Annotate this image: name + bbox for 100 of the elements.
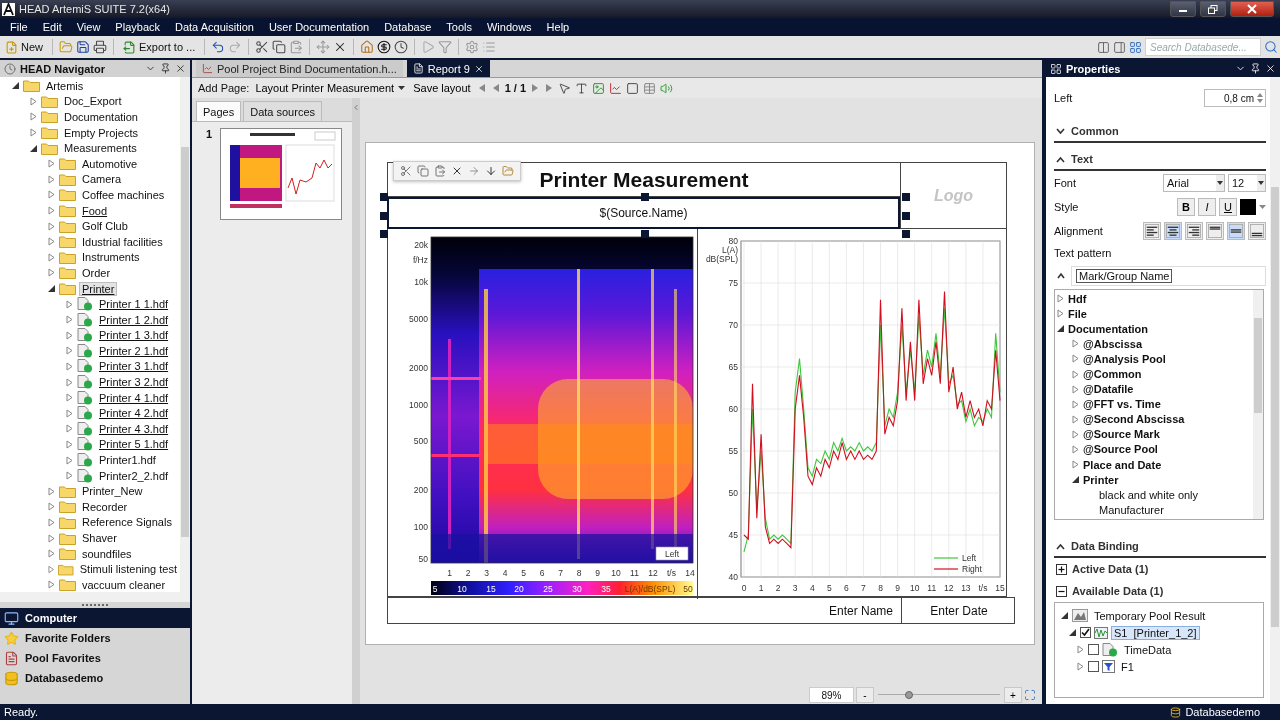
tree-item[interactable]: Automotive [79, 156, 141, 171]
pin-icon[interactable] [1250, 63, 1261, 74]
tree-item[interactable]: Doc_Export [61, 94, 125, 109]
footer-field[interactable]: Enter Name [828, 603, 893, 618]
layout-dropdown[interactable]: Layout Printer Measurement [253, 82, 408, 94]
scrollbar[interactable] [0, 592, 190, 602]
expander-icon[interactable] [30, 143, 38, 153]
rectangle-icon[interactable] [626, 81, 640, 95]
tree-item[interactable]: Instruments [79, 250, 143, 265]
play-icon[interactable] [421, 40, 436, 54]
save-layout-button[interactable]: Save layout [411, 82, 473, 94]
alignment-button[interactable] [1185, 222, 1203, 240]
search-icon[interactable] [1264, 40, 1278, 54]
menu-item[interactable]: Tools [440, 18, 478, 36]
close-icon[interactable] [175, 63, 186, 74]
clock-icon[interactable] [394, 40, 409, 54]
menu-item[interactable]: User Documentation [262, 18, 376, 36]
chevron-icon[interactable] [1056, 127, 1065, 135]
layout-icon[interactable] [1129, 40, 1142, 54]
cut-icon[interactable] [255, 40, 270, 54]
pointer-icon[interactable] [558, 81, 572, 95]
tree-item[interactable]: @Analysis Pool [1083, 352, 1166, 365]
speaker-icon[interactable] [660, 81, 674, 95]
nav-place[interactable]: Favorite Folders [25, 632, 111, 644]
tree-item[interactable]: vaccuum cleaner [79, 577, 169, 592]
footer-field[interactable]: Enter Date [930, 603, 988, 618]
section-title[interactable]: Data Binding [1071, 540, 1139, 552]
scrollbar[interactable] [1253, 290, 1263, 519]
caret-icon[interactable] [1259, 204, 1266, 210]
tree-item[interactable]: @Abscissa [1083, 337, 1143, 350]
expander-icon[interactable] [1057, 324, 1065, 334]
page-thumbnail[interactable] [220, 128, 343, 220]
section-title[interactable]: Text [1071, 153, 1093, 165]
selection-handle[interactable] [902, 212, 910, 220]
chart-icon[interactable] [609, 81, 623, 95]
tree-item[interactable]: Order [79, 265, 114, 280]
document-tab[interactable]: Pool Project Bind Documentation.h... [196, 60, 403, 77]
chevron-icon[interactable] [1056, 155, 1065, 163]
export-button[interactable]: Export to ... [120, 37, 199, 57]
zoom-in-button[interactable]: + [1004, 687, 1022, 703]
new-button[interactable]: New [2, 37, 46, 57]
tree-item[interactable]: Place and Date [1083, 458, 1162, 471]
style-button[interactable]: U [1219, 198, 1237, 216]
plus-box-icon[interactable] [1056, 563, 1067, 575]
style-button[interactable]: B [1177, 198, 1195, 216]
tree-item[interactable]: @Datafile [1083, 383, 1134, 396]
tree-item[interactable]: Printer 4 1.hdf [96, 390, 172, 405]
group-title[interactable]: Active Data (1) [1072, 563, 1149, 575]
tree-item[interactable]: @Second Abscissa [1083, 413, 1185, 426]
tree-item[interactable]: Printer 3 1.hdf [96, 359, 172, 374]
tree-item[interactable]: @Source Pool [1083, 443, 1158, 456]
section-title[interactable]: Common [1071, 125, 1119, 137]
copy-icon[interactable] [417, 165, 429, 177]
tree-item[interactable]: F1 [1118, 659, 1137, 674]
tree-item[interactable]: Measurements [61, 141, 140, 156]
tree-item[interactable]: Hdf [1068, 292, 1087, 305]
tree-item[interactable]: Printer 3 2.hdf [96, 375, 172, 390]
scrollbar[interactable] [180, 77, 190, 592]
copy-icon[interactable] [272, 40, 287, 54]
tree-item[interactable]: Printer 4 2.hdf [96, 406, 172, 421]
tree-item[interactable]: Printer 1 3.hdf [96, 328, 172, 343]
tree-item[interactable]: Stimuli listening test [76, 562, 180, 577]
chevron-icon[interactable] [1056, 542, 1065, 550]
tree-item[interactable]: Documentation [1068, 322, 1149, 335]
document-tab[interactable]: Report 9 [406, 60, 490, 77]
menu-item[interactable]: Windows [480, 18, 538, 36]
tree-item[interactable]: Printer 1 2.hdf [96, 312, 172, 327]
color-swatch[interactable] [1240, 199, 1256, 215]
menu-item[interactable]: Database [378, 18, 438, 36]
side-tab[interactable]: Pages [196, 101, 242, 121]
zoom-out-button[interactable]: - [856, 687, 874, 703]
selection-handle[interactable] [902, 193, 910, 201]
tree-item[interactable]: Coffee machines [79, 187, 168, 202]
tree-item[interactable]: Printer 4 3.hdf [96, 421, 172, 436]
tree-item[interactable]: Documentation [61, 110, 141, 124]
tree-item[interactable]: Printer 1 1.hdf [96, 297, 172, 312]
pattern-field[interactable]: Mark/Group Name [1071, 266, 1266, 286]
tree-item[interactable]: Camera [79, 172, 125, 187]
menu-item[interactable]: File [4, 18, 34, 36]
tree-item[interactable]: Printer 2 1.hdf [96, 343, 172, 358]
selection-handle[interactable] [380, 212, 388, 220]
arrow-down-icon[interactable] [485, 165, 497, 177]
undo-icon[interactable] [211, 40, 226, 54]
alignment-button[interactable] [1206, 222, 1224, 240]
tree-item[interactable]: Printer2_2.hdf [96, 468, 172, 483]
selection-handle[interactable] [380, 230, 388, 238]
paste-icon[interactable] [434, 165, 446, 177]
tree-item[interactable]: Golf Club [79, 219, 131, 234]
tree-item[interactable]: TimeData [1121, 642, 1175, 657]
side-tab[interactable]: Data sources [243, 101, 322, 121]
fit-icon[interactable] [1024, 689, 1036, 701]
tree-item[interactable]: Reference Signals [79, 515, 175, 530]
nav-place[interactable]: Computer [25, 612, 77, 624]
group-title[interactable]: Available Data (1) [1072, 585, 1164, 597]
cut-icon[interactable] [400, 165, 412, 177]
pin-icon[interactable] [160, 63, 171, 74]
tree-item[interactable]: Printer_New [79, 484, 146, 499]
left-field[interactable]: 0,8 cm [1204, 89, 1266, 107]
expander-icon[interactable] [12, 81, 20, 91]
slider-thumb[interactable] [904, 691, 913, 699]
